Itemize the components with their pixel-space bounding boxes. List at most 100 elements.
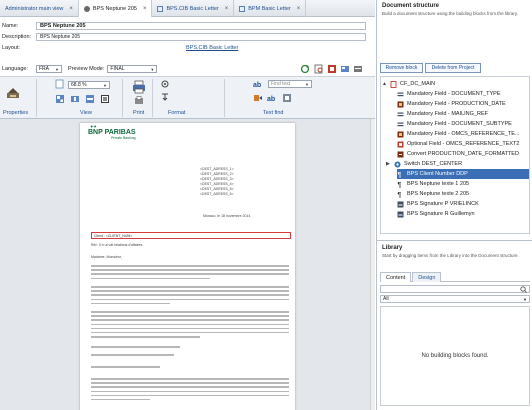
remove-block-button[interactable]: Remove block [380, 63, 423, 73]
tree-item[interactable]: Mandatory Field - OMCS_REFERENCE_TE... [397, 129, 519, 139]
paragraph-body-4 [91, 346, 289, 350]
printer-icon[interactable] [132, 80, 146, 94]
tree-item[interactable]: Mandatory Field - PRODUCTION_DATE [397, 99, 506, 109]
tab-label: Administrator main view [5, 5, 64, 12]
preview-toolbar: Language: FRA ▼ Preview Mode: FINAL ▼ [0, 64, 375, 74]
language-value: FRA [39, 66, 49, 72]
text-direction-icon[interactable] [160, 92, 170, 102]
delete-from-project-button[interactable]: Delete from Project [425, 63, 481, 73]
zoom-value: 68.8 % [71, 82, 87, 88]
paragraph-body-2 [91, 286, 289, 307]
tab-content[interactable]: Content [380, 272, 412, 282]
tab-bpm-basic-letter[interactable]: BPM Basic Letter × [234, 0, 307, 17]
chevron-down-icon: ▼ [150, 66, 155, 72]
layout-label: Layout: [2, 45, 21, 51]
settings-icon[interactable] [353, 64, 363, 74]
print-preview-icon[interactable] [134, 96, 144, 106]
zoom-select[interactable]: 68.8 % ▼ [68, 81, 110, 89]
tree-item[interactable]: BPS Signature R Guillemyn [397, 209, 475, 219]
view-single-icon[interactable] [55, 79, 64, 89]
panel-divider[interactable] [377, 240, 532, 241]
close-icon[interactable]: × [143, 6, 147, 12]
library-search-input[interactable] [380, 285, 530, 293]
structure-tree: ▲ CF_DC_MAIN Mandatory Field - DOCUMENT_… [380, 76, 530, 234]
tab-administrator-main-view[interactable]: Administrator main view × [0, 0, 79, 17]
find-previous-icon[interactable]: ab [267, 93, 277, 103]
preview-icon[interactable] [314, 64, 324, 74]
right-panel: Document structure Build a document stru… [376, 0, 532, 410]
chevron-down-icon: ▼ [523, 296, 527, 302]
tree-item[interactable]: ¶ BPS Neptune texte 1 205 [397, 179, 470, 189]
tab-bps-neptune-205[interactable]: BPS Neptune 205 × [78, 0, 153, 17]
description-field[interactable]: BPS Neptune 205 [36, 33, 366, 41]
page-width-icon[interactable] [100, 94, 110, 104]
layout-icon [239, 5, 246, 12]
library-filter-select[interactable]: All ▼ [380, 295, 530, 303]
tab-design[interactable]: Design [412, 272, 442, 282]
convert-icon [397, 151, 404, 157]
format-properties-icon[interactable] [160, 79, 170, 89]
tree-item-label: Switch DEST_CENTER [404, 161, 463, 167]
paragraph-icon: ¶ [398, 182, 402, 188]
paragraph-body-5 [91, 354, 289, 358]
preview-mode-select[interactable]: FINAL ▼ [107, 65, 158, 73]
find-text-input[interactable]: Find text ▼ [268, 80, 312, 88]
svg-text:¶: ¶ [398, 192, 402, 198]
search-icon[interactable] [520, 285, 527, 293]
replace-text-icon[interactable] [282, 93, 292, 103]
layout-link[interactable]: BPS.CIB Basic Letter [186, 45, 238, 51]
find-text-icon[interactable]: ab [253, 79, 265, 89]
tree-item[interactable]: ▶ Switch DEST_CENTER [386, 159, 462, 169]
field-icon [397, 141, 404, 147]
name-field[interactable]: BPS Neptune 205 [36, 22, 366, 30]
pdf-icon[interactable] [327, 64, 337, 74]
ribbon-separator [122, 79, 123, 117]
tree-item[interactable]: BPS Signature P VRIELINCK [397, 199, 479, 209]
refresh-icon[interactable] [300, 64, 310, 74]
language-select[interactable]: FRA ▼ [36, 65, 62, 73]
tree-item-label: Convert PRODUCTION_DATE_FORMATTED [407, 151, 519, 157]
close-icon[interactable]: × [225, 6, 229, 12]
tree-item-label: BPS Neptune texte 2 205 [407, 191, 470, 197]
address-line: <DEST_ADRESS_6> [200, 192, 234, 196]
tree-item[interactable]: Mandatory Field - DOCUMENT_SUBTYPE [397, 119, 512, 129]
close-icon[interactable]: × [69, 6, 73, 12]
client-number-block[interactable]: Client : <CLIENT_NUM> [91, 232, 291, 239]
format-group-label: Format [168, 110, 186, 116]
zoom-out-icon[interactable] [85, 94, 95, 104]
grid-view-icon[interactable] [55, 94, 65, 104]
chevron-down-icon: ▼ [305, 81, 309, 87]
document-scrollbar[interactable] [370, 119, 375, 410]
find-next-icon[interactable] [253, 93, 263, 103]
collapse-toggle-icon[interactable]: ▲ [382, 81, 387, 87]
paragraph-body-1 [91, 265, 289, 282]
library-title: Library [382, 245, 403, 251]
svg-text:¶: ¶ [398, 182, 402, 188]
svg-text:ab: ab [253, 82, 261, 89]
zoom-in-icon[interactable] [70, 94, 80, 104]
tree-item[interactable]: ▲ CF_DC_MAIN [382, 79, 528, 89]
tree-item[interactable]: Convert PRODUCTION_DATE_FORMATTED [397, 149, 519, 159]
tree-item[interactable]: Mandatory Field - MAILING_REF [397, 109, 488, 119]
field-icon [397, 122, 404, 126]
expand-toggle-icon[interactable]: ▶ [386, 161, 391, 167]
export-icon[interactable] [340, 64, 350, 74]
document-preview-area[interactable]: ✦✦ BNP PARIBAS Private Banking <DEST_ADR… [0, 119, 370, 410]
tree-item-selected[interactable]: ¶ BPS Client Number DDP [397, 169, 529, 179]
ribbon-toolbar: Properties 68.8 % ▼ View Print Format ab… [0, 76, 375, 119]
tab-bps-cib-basic-letter[interactable]: BPS.CIB Basic Letter × [152, 0, 235, 17]
structure-description: Build a document structure using the bui… [382, 11, 518, 16]
description-label: Description: [2, 34, 32, 40]
tree-item[interactable]: ¶ BPS Neptune texte 2 205 [397, 189, 470, 199]
bank-logo-stars: ✦✦ [90, 124, 97, 129]
properties-icon[interactable] [5, 85, 21, 101]
library-filter-value: All [383, 296, 389, 302]
paragraph-body-6 [91, 366, 289, 370]
close-icon[interactable]: × [297, 6, 301, 12]
letter-date: Monaco, le 18 novembre 2014 [203, 214, 251, 218]
print-group-label: Print [133, 110, 145, 116]
tree-item[interactable]: Mandatory Field - DOCUMENT_TYPE [397, 89, 501, 99]
description-row: Description: BPS Neptune 205 [0, 32, 375, 42]
tree-item[interactable]: Optional Field - OMCS_REFERENCE_TEXT2 [397, 139, 519, 149]
svg-text:ab: ab [267, 96, 275, 103]
